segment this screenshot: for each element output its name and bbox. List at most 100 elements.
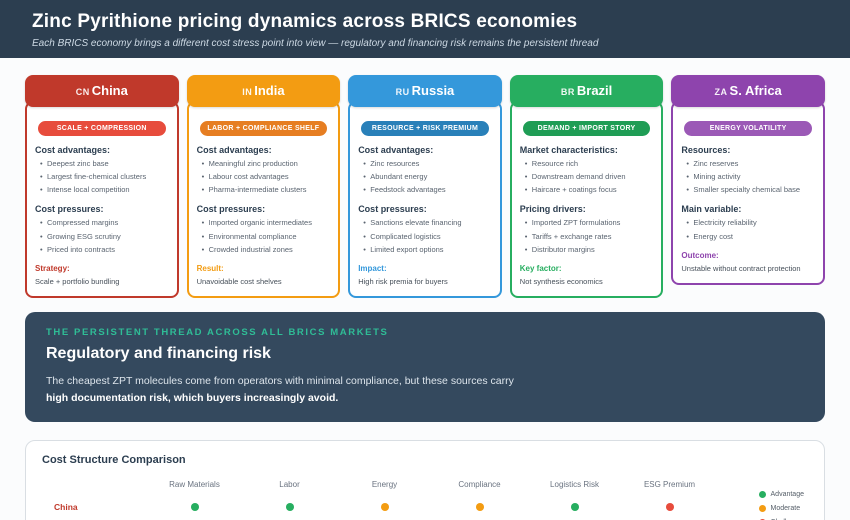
section-title: Resources: [681,145,731,155]
cost-structure-comparison-panel: Cost Structure Comparison Raw Materials L… [25,439,825,520]
section-list: Zinc resources Abundant energy Feedstock a… [358,159,492,196]
card-footer-text: Not synthesis economics [519,276,603,286]
list-item: Distributor margins [525,245,654,255]
rating-cell [432,498,527,516]
section-list: Sanctions elevate financing Complicated l… [358,218,492,255]
section-title: Cost advantages: [35,145,111,155]
country-name: India [254,83,285,98]
row-country-label: China [54,502,78,513]
country-code: CN [75,87,90,97]
card-footer-label: Result: [196,263,224,273]
page-title: Zinc Pyrithione pricing dynamics across … [32,11,578,32]
main-content: CN China SCALE + COMPRESSION Cost advantage… [0,75,850,520]
rating-cell [242,498,337,516]
rating-dot-moderate [475,503,484,512]
card-footer-label: Outcome: [681,250,719,260]
page-subtitle: Each BRICS economy brings a different co… [32,38,599,49]
rating-dot-advantage [285,503,294,512]
section-title: Cost pressures: [35,204,104,215]
list-item: Zinc resources [363,159,492,169]
list-item: Compressed margins [40,218,169,228]
card-footer-label: Key factor: [519,263,562,273]
section-title: Cost pressures: [358,204,427,215]
section-title: Cost pressures: [196,204,266,215]
legend-label: Advantage [770,490,804,498]
legend-dot [758,504,766,512]
list-item: Growing ESG scrutiny [40,232,169,242]
legend-dot [758,490,766,498]
card-body: LABOR + COMPLIANCE SHELF Cost advantages:… [186,101,341,299]
rating-dot-advantage [570,503,579,512]
country-name: China [91,83,128,98]
list-item: Complicated logistics [363,232,492,242]
persistent-thread-panel: THE PERSISTENT THREAD ACROSS ALL BRICS M… [25,312,825,422]
country-code: ZA [714,87,728,97]
list-item: Meaningful zinc production [202,159,331,169]
card-header-brazil: BR Brazil [509,75,664,107]
section-list: Compressed margins Growing ESG scrutiny Pr… [35,218,169,255]
section-title: Pricing drivers: [519,204,586,215]
list-item: Deepest zinc base [40,159,169,169]
table-row-china: China [42,497,808,518]
list-item: Zinc reserves [686,159,815,169]
country-code: IN [242,87,253,97]
card-header-safrica: ZA S. Africa [671,75,825,107]
section-list: Meaningful zinc production Labour cost ad… [197,159,331,196]
rating-cell [527,498,622,516]
card-header-india: IN India [186,75,341,107]
rating-cell [147,498,242,516]
list-item: Energy cost [686,232,815,242]
country-card-russia: RU Russia RESOURCE + RISK PREMIUM Cost adva… [348,75,502,299]
country-card-india: IN India LABOR + COMPLIANCE SHELF Cost adva… [186,75,341,299]
column-header: Labor [279,480,300,490]
thread-title: Regulatory and financing risk [46,345,271,363]
card-badge: SCALE + COMPRESSION [38,121,166,136]
section-title: Cost advantages: [358,145,434,155]
list-item: Resource rich [525,159,654,169]
section-title: Cost advantages: [196,145,272,155]
page-header: Zinc Pyrithione pricing dynamics across … [0,0,850,58]
legend-item-advantage: Advantage [758,490,804,498]
list-item: Feedstock advantages [363,185,492,195]
card-section: Pricing drivers: Imported ZPT formulation… [519,204,654,255]
card-section: Cost pressures: Compressed margins Growing… [35,204,169,255]
list-item: Smaller specialty chemical base [686,185,815,195]
card-footer-text: Unstable without contract protection [681,263,801,273]
card-section: Cost advantages: Meaningful zinc producti… [196,145,331,196]
thread-body-bold: high documentation risk, which buyers in… [46,391,339,404]
thread-body: The cheapest ZPT molecules come from ope… [46,375,514,388]
card-footer-text: High risk premia for buyers [358,276,448,286]
column-header: Logistics Risk [550,480,599,490]
card-footer-text: Unavoidable cost shelves [196,276,282,286]
country-code: RU [395,87,410,97]
rating-cell [622,498,717,516]
list-item: Haircare + coatings focus [525,185,654,195]
rating-dot-moderate [380,503,389,512]
card-footer-label: Strategy: [35,263,70,273]
card-body: ENERGY VOLATILITY Resources: Zinc reserves… [671,101,825,286]
list-item: Electricity reliability [686,218,815,228]
card-section: Resources: Zinc reserves Mining activity Sm… [681,145,815,196]
country-name: S. Africa [729,83,782,98]
list-item: Pharma-intermediate clusters [202,185,331,195]
column-header: Compliance [458,480,501,490]
card-section: Cost advantages: Zinc resources Abundant e… [358,145,492,196]
list-item: Environmental compliance [202,232,331,242]
card-body: RESOURCE + RISK PREMIUM Cost advantages: Z… [348,101,502,299]
country-cards-row: CN China SCALE + COMPRESSION Cost advantage… [25,75,825,299]
card-footer-text: Scale + portfolio bundling [35,276,120,286]
card-section: Market characteristics: Resource rich Down… [520,145,654,196]
country-code: BR [560,87,575,97]
card-footer-label: Impact: [358,263,387,273]
section-title: Main variable: [681,204,742,215]
column-header: Raw Materials [169,480,220,490]
card-section: Cost pressures: Sanctions elevate financi… [358,204,492,255]
list-item: Limited export options [363,245,492,255]
list-item: Imported ZPT formulations [525,218,654,228]
list-item: Tariffs + exchange rates [525,232,654,242]
list-item: Crowded industrial zones [202,245,331,255]
country-name: Brazil [576,83,613,98]
list-item: Intense local competition [40,185,169,195]
card-header-russia: RU Russia [348,75,502,107]
legend-item-moderate: Moderate [758,504,804,512]
